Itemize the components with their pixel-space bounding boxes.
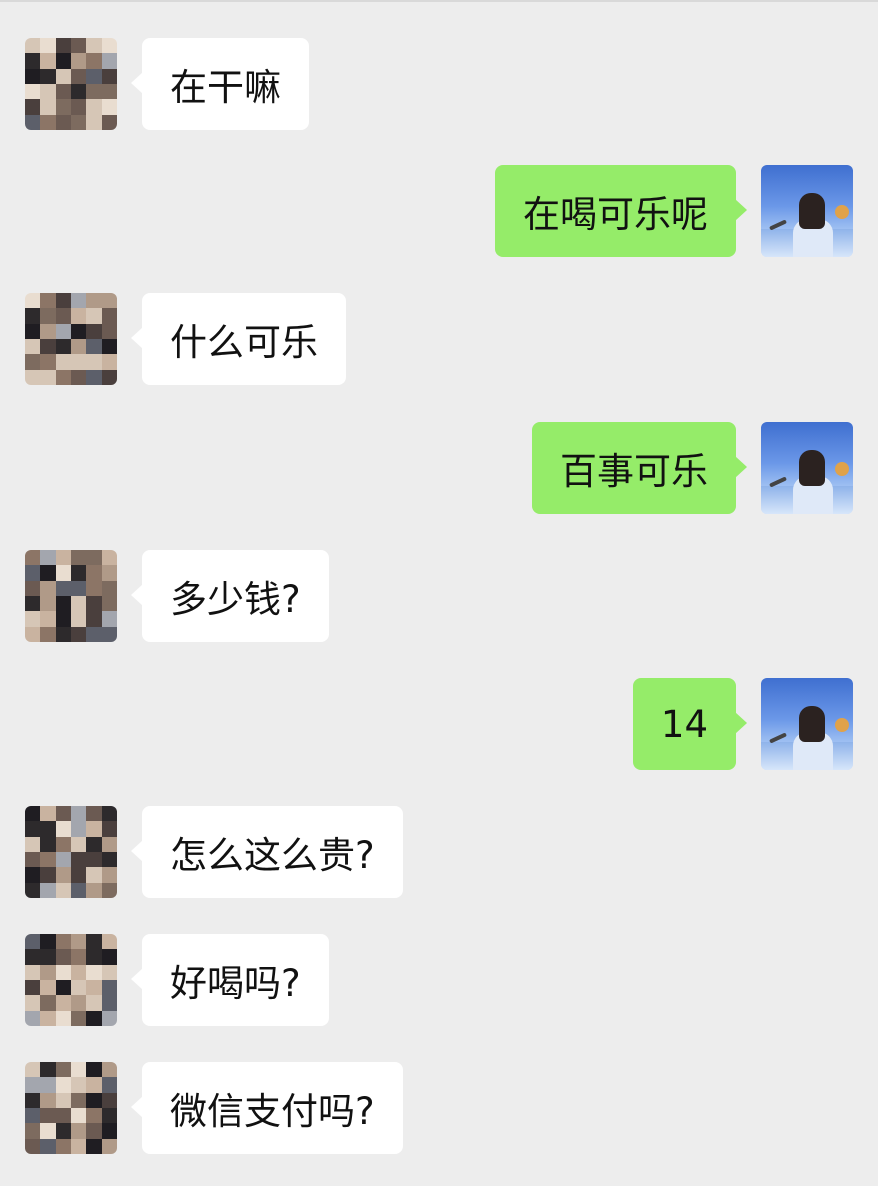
chat-message-incoming: 好喝吗? — [0, 934, 878, 1026]
chat-message-incoming: 什么可乐 — [0, 293, 878, 385]
message-text: 多少钱? — [170, 578, 301, 621]
pixelated-avatar-icon — [25, 806, 117, 898]
message-bubble[interactable]: 微信支付吗? — [131, 1062, 403, 1154]
self-avatar-icon[interactable] — [761, 165, 853, 257]
message-text: 百事可乐 — [560, 450, 708, 493]
contact-avatar-icon[interactable] — [25, 806, 117, 898]
girl-by-sea-avatar-icon — [761, 165, 853, 257]
bubble-tail — [735, 199, 747, 221]
message-bubble[interactable]: 多少钱? — [131, 550, 329, 642]
chat-message-outgoing: 在喝可乐呢 — [0, 165, 878, 257]
chat-message-incoming: 在干嘛 — [0, 38, 878, 130]
pixelated-avatar-icon — [25, 550, 117, 642]
message-bubble[interactable]: 在干嘛 — [131, 38, 309, 130]
chat-message-incoming: 多少钱? — [0, 550, 878, 642]
chat-message-incoming: 怎么这么贵? — [0, 806, 878, 898]
message-bubble[interactable]: 好喝吗? — [131, 934, 329, 1026]
chat-message-outgoing: 百事可乐 — [0, 422, 878, 514]
message-bubble[interactable]: 怎么这么贵? — [131, 806, 403, 898]
contact-avatar-icon[interactable] — [25, 550, 117, 642]
message-text: 14 — [660, 702, 708, 746]
chat-message-incoming: 微信支付吗? — [0, 1062, 878, 1154]
contact-avatar-icon[interactable] — [25, 293, 117, 385]
contact-avatar-icon[interactable] — [25, 38, 117, 130]
bubble-tail — [131, 584, 143, 606]
self-avatar-icon[interactable] — [761, 422, 853, 514]
pixelated-avatar-icon — [25, 934, 117, 1026]
message-bubble[interactable]: 什么可乐 — [131, 293, 346, 385]
bubble-tail — [131, 72, 143, 94]
bubble-tail — [131, 840, 143, 862]
girl-by-sea-avatar-icon — [761, 678, 853, 770]
girl-by-sea-avatar-icon — [761, 422, 853, 514]
message-text: 在喝可乐呢 — [523, 193, 708, 236]
message-text: 好喝吗? — [170, 962, 301, 1005]
message-bubble[interactable]: 百事可乐 — [532, 422, 747, 514]
message-text: 在干嘛 — [170, 66, 281, 109]
bubble-tail — [131, 968, 143, 990]
top-divider — [0, 0, 878, 2]
message-text: 怎么这么贵? — [170, 834, 375, 877]
bubble-tail — [131, 327, 143, 349]
bubble-tail — [735, 456, 747, 478]
message-bubble[interactable]: 在喝可乐呢 — [495, 165, 747, 257]
contact-avatar-icon[interactable] — [25, 1062, 117, 1154]
bubble-tail — [735, 712, 747, 734]
pixelated-avatar-icon — [25, 38, 117, 130]
message-text: 什么可乐 — [170, 321, 318, 364]
bubble-tail — [131, 1096, 143, 1118]
message-text: 微信支付吗? — [170, 1090, 375, 1133]
pixelated-avatar-icon — [25, 293, 117, 385]
self-avatar-icon[interactable] — [761, 678, 853, 770]
chat-message-outgoing: 14 — [0, 678, 878, 770]
pixelated-avatar-icon — [25, 1062, 117, 1154]
message-bubble[interactable]: 14 — [632, 678, 747, 770]
contact-avatar-icon[interactable] — [25, 934, 117, 1026]
